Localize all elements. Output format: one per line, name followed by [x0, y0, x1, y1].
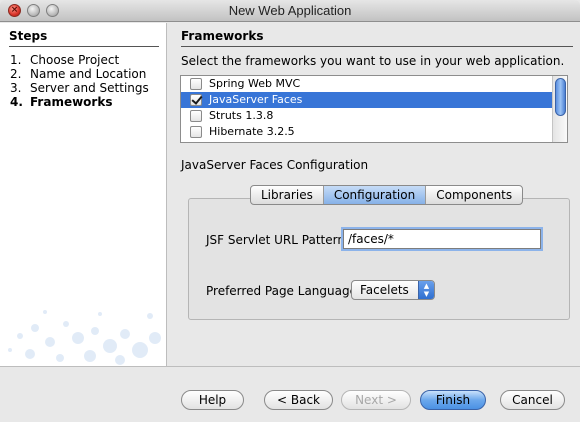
framework-row[interactable]: Hibernate 3.2.5 [181, 124, 567, 140]
select-arrows-icon: ▲ ▼ [418, 281, 434, 299]
page-language-select[interactable]: Facelets ▲ ▼ [351, 280, 435, 300]
framework-checkbox-checked[interactable] [190, 94, 202, 106]
framework-checkbox[interactable] [190, 126, 202, 138]
next-button[interactable]: Next > [341, 390, 411, 410]
decorative-bubbles-icon [8, 310, 161, 365]
config-tabs: Libraries Configuration Components [250, 185, 524, 205]
page-language-label: Preferred Page Language: [206, 284, 362, 298]
framework-checkbox[interactable] [190, 110, 202, 122]
framework-label: Hibernate 3.2.5 [209, 125, 295, 138]
tab-components[interactable]: Components [426, 186, 522, 204]
list-scrollbar[interactable] [552, 76, 567, 142]
back-button[interactable]: < Back [264, 390, 333, 410]
framework-row[interactable]: Struts 1.3.8 [181, 108, 567, 124]
step-label: Frameworks [30, 95, 113, 109]
tab-libraries[interactable]: Libraries [251, 186, 324, 204]
servlet-pattern-label: JSF Servlet URL Pattern: [206, 233, 349, 247]
step-label: Server and Settings [30, 81, 149, 95]
main-panel: Frameworks Select the frameworks you wan… [168, 23, 580, 366]
instruction-text: Select the frameworks you want to use in… [181, 54, 565, 68]
step-number: 1. [10, 53, 22, 67]
frameworks-list[interactable]: Spring Web MVC JavaServer Faces Struts 1… [180, 75, 568, 143]
step-item-current: 4. Frameworks [10, 95, 149, 109]
cancel-button[interactable]: Cancel [500, 390, 565, 410]
servlet-pattern-input[interactable]: /faces/* [343, 229, 541, 249]
page-language-value: Facelets [360, 283, 409, 297]
step-item: 3. Server and Settings [10, 81, 149, 95]
framework-label: Struts 1.3.8 [209, 109, 274, 122]
framework-label: JavaServer Faces [209, 93, 303, 106]
footer-separator [0, 366, 580, 367]
steps-list: 1. Choose Project 2. Name and Location 3. S… [10, 53, 149, 109]
framework-checkbox[interactable] [190, 78, 202, 90]
framework-label: Spring Web MVC [209, 77, 301, 90]
step-item: 1. Choose Project [10, 53, 149, 67]
page-title: Frameworks [181, 29, 264, 43]
step-number: 3. [10, 81, 22, 95]
step-number: 2. [10, 67, 22, 81]
step-item: 2. Name and Location [10, 67, 149, 81]
framework-row-selected[interactable]: JavaServer Faces [181, 92, 567, 108]
config-section-title: JavaServer Faces Configuration [181, 158, 369, 172]
steps-panel: Steps 1. Choose Project 2. Name and Locati… [0, 23, 167, 366]
step-number: 4. [10, 95, 23, 109]
config-panel [188, 198, 570, 320]
finish-button[interactable]: Finish [420, 390, 486, 410]
title-bar: × New Web Application [0, 0, 580, 22]
steps-divider [9, 46, 159, 47]
framework-row[interactable]: Spring Web MVC [181, 76, 567, 92]
title-divider [181, 46, 573, 47]
tab-configuration[interactable]: Configuration [323, 186, 427, 204]
help-button[interactable]: Help [181, 390, 244, 410]
step-label: Name and Location [30, 67, 147, 81]
window-title: New Web Application [228, 3, 352, 18]
step-label: Choose Project [30, 53, 120, 67]
scrollbar-thumb[interactable] [555, 78, 566, 116]
steps-header: Steps [9, 29, 48, 43]
